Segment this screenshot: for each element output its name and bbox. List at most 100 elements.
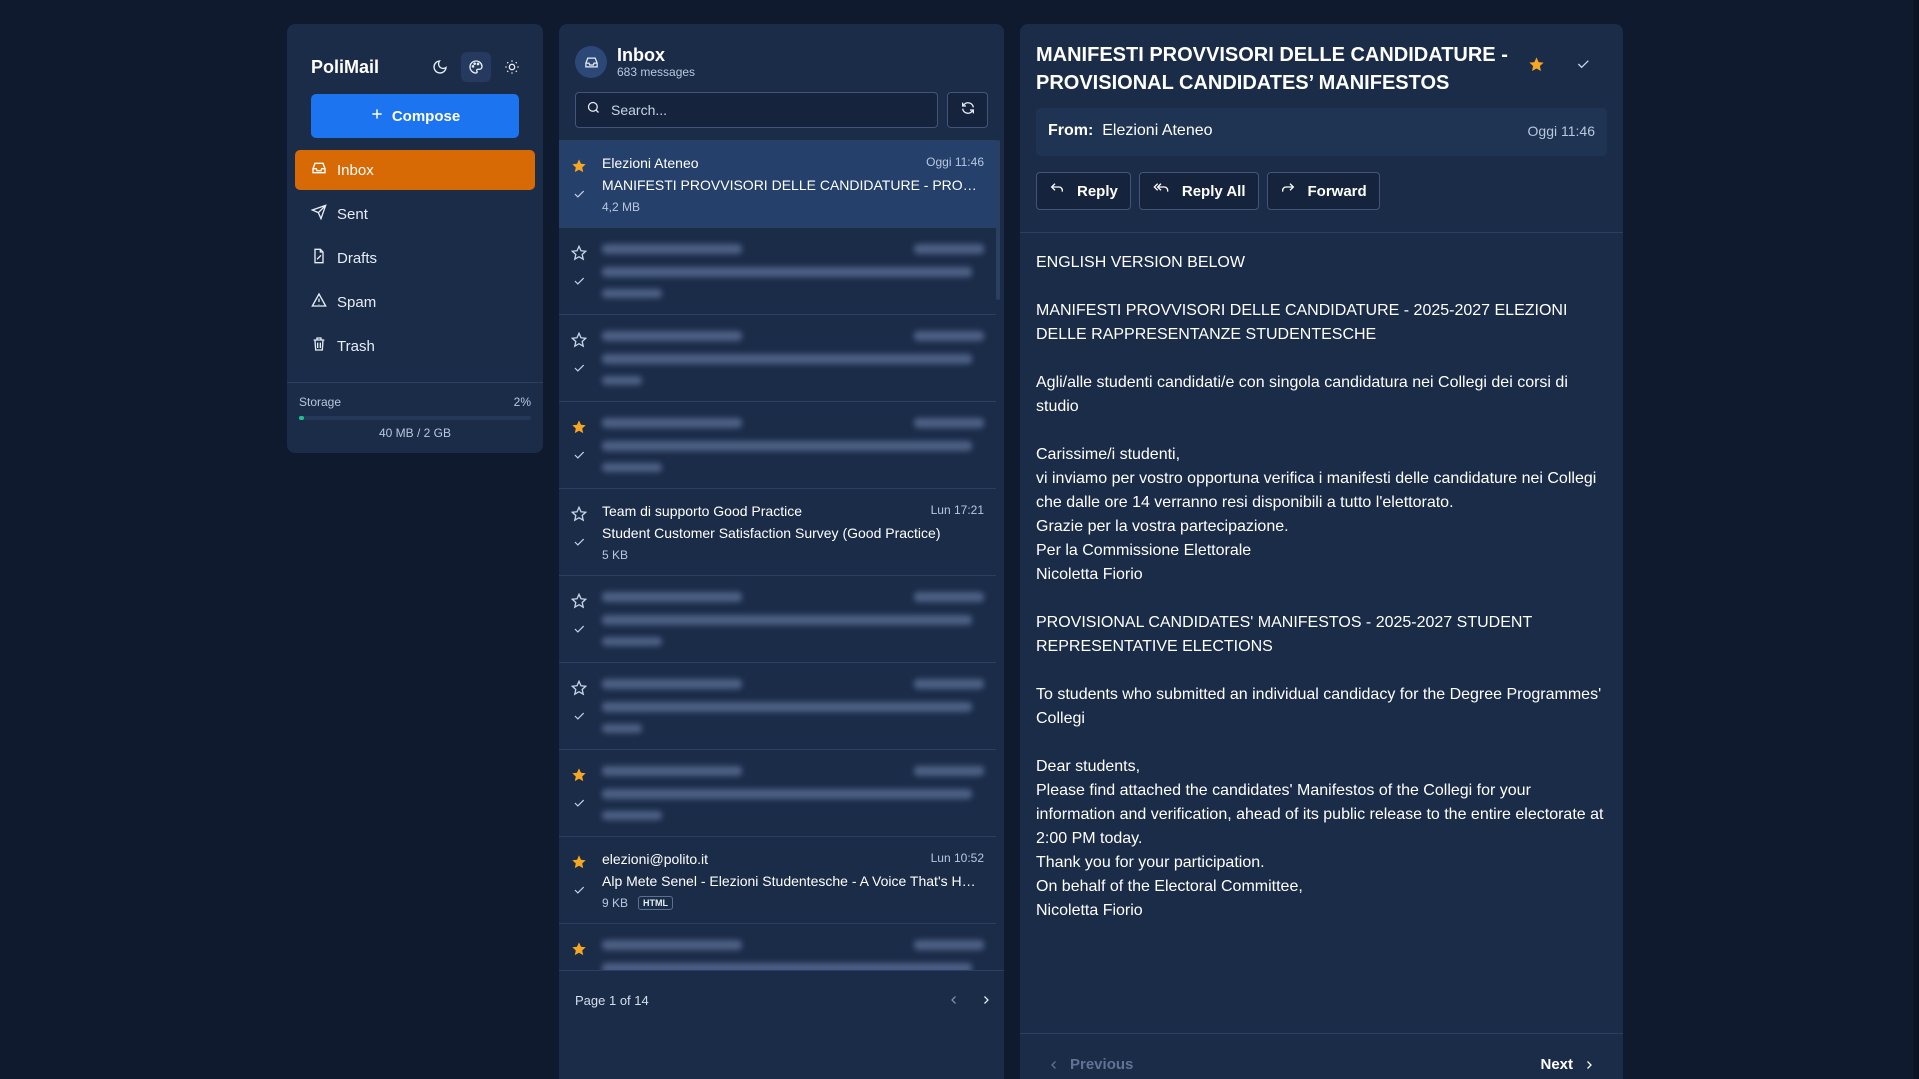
message-row[interactable]: elezioni@polito.it Lun 10:52 Alp Mete Sene…	[559, 837, 996, 924]
body-line: Agli/alle studenti candidati/e con singo…	[1036, 374, 1568, 415]
star-icon[interactable]	[571, 941, 587, 962]
message-row[interactable]	[559, 402, 996, 489]
redacted-size	[602, 376, 642, 385]
window-scrollbar[interactable]	[1913, 0, 1919, 1079]
redacted-sender	[602, 418, 742, 428]
list-scrollbar[interactable]	[996, 140, 1000, 300]
next-page-button[interactable]	[975, 989, 997, 1011]
reply-button[interactable]: Reply	[1036, 172, 1131, 210]
check-icon[interactable]	[572, 448, 586, 467]
check-icon[interactable]	[572, 187, 586, 206]
star-icon[interactable]	[570, 331, 588, 353]
redacted-subject	[602, 441, 972, 451]
star-icon[interactable]	[570, 244, 588, 266]
star-icon[interactable]	[571, 158, 587, 179]
message-meta: 9 KB HTML	[602, 896, 674, 910]
sidebar-item-spam[interactable]: Spam	[295, 282, 535, 322]
redacted-sender	[602, 244, 742, 254]
sidebar-item-sent[interactable]: Sent	[295, 194, 535, 234]
body-line: PROVISIONAL CANDIDATES' MANIFESTOS - 202…	[1036, 614, 1532, 655]
message-reader: MANIFESTI PROVVISORI DELLE CANDIDATURE -…	[1020, 24, 1623, 1079]
message-row[interactable]	[559, 576, 996, 663]
body-line: To students who submitted an individual …	[1036, 686, 1602, 727]
prev-page-button[interactable]	[943, 989, 965, 1011]
body-line: Per la Commissione Elettorale	[1036, 542, 1252, 559]
star-icon[interactable]	[571, 419, 587, 440]
compose-button[interactable]: Compose	[311, 94, 519, 138]
storage-bar	[299, 416, 531, 420]
redacted-sender	[602, 940, 742, 950]
next-message-button[interactable]: Next	[1540, 1056, 1595, 1073]
trash-icon	[311, 336, 327, 356]
body-paragraph: To students who submitted an individual …	[1036, 683, 1607, 731]
sidebar: PoliMail Compose Inbox Sent Drafts Spam …	[287, 24, 543, 453]
star-icon[interactable]	[571, 767, 587, 788]
list-header: Inbox 683 messages	[575, 40, 988, 84]
redacted-size	[602, 811, 662, 820]
sidebar-item-label: Drafts	[337, 249, 378, 267]
redacted-time	[914, 679, 984, 689]
message-row[interactable]	[559, 315, 996, 402]
storage-bar-fill	[299, 416, 304, 420]
message-actions: Reply Reply All Forward	[1036, 172, 1380, 210]
brand-row: PoliMail	[311, 52, 527, 82]
redacted-size	[602, 637, 662, 646]
message-size: 5 KB	[602, 548, 629, 562]
redacted-subject	[602, 267, 972, 277]
star-icon[interactable]	[570, 679, 588, 701]
check-icon[interactable]	[572, 535, 586, 554]
redacted-time	[914, 244, 984, 254]
search-input[interactable]	[611, 102, 921, 118]
body-line: On behalf of the Electoral Committee,	[1036, 878, 1303, 895]
reply-all-button[interactable]: Reply All	[1138, 172, 1259, 210]
redacted-sender	[602, 331, 742, 341]
body-paragraph: Carissime/i studenti, vi inviamo per vost…	[1036, 443, 1607, 587]
star-icon[interactable]	[1528, 56, 1545, 78]
warning-icon	[311, 292, 327, 312]
check-icon[interactable]	[572, 796, 586, 815]
sidebar-item-trash[interactable]: Trash	[295, 326, 535, 366]
redacted-subject	[602, 615, 972, 625]
redacted-time	[914, 940, 984, 950]
message-row[interactable]	[559, 228, 996, 315]
check-icon[interactable]	[572, 274, 586, 293]
star-icon[interactable]	[570, 592, 588, 614]
star-icon[interactable]	[570, 505, 588, 527]
check-icon[interactable]	[572, 883, 586, 902]
check-icon[interactable]	[572, 361, 586, 380]
divider	[1020, 1033, 1623, 1034]
reply-label: Reply	[1077, 182, 1118, 200]
refresh-button[interactable]	[947, 92, 988, 128]
message-row[interactable]	[559, 750, 996, 837]
message-sender: Elezioni Ateneo	[602, 155, 699, 171]
sidebar-item-drafts[interactable]: Drafts	[295, 238, 535, 278]
sidebar-item-inbox[interactable]: Inbox	[295, 150, 535, 190]
previous-label: Previous	[1070, 1056, 1134, 1073]
forward-button[interactable]: Forward	[1266, 172, 1380, 210]
star-icon[interactable]	[571, 854, 587, 875]
reply-all-label: Reply All	[1181, 182, 1246, 200]
message-row[interactable]	[559, 663, 996, 750]
message-subject: MANIFESTI PROVVISORI DELLE CANDIDATURE -…	[1036, 44, 1508, 94]
send-icon	[310, 204, 327, 224]
redacted-sender	[602, 592, 742, 602]
previous-message-button[interactable]: Previous	[1048, 1056, 1133, 1073]
search-box	[575, 92, 938, 128]
message-row[interactable]: Elezioni Ateneo Oggi 11:46 MANIFESTI PROVV…	[559, 141, 996, 228]
message-time: Oggi 11:46	[926, 155, 984, 169]
moon-icon[interactable]	[425, 52, 455, 82]
message-row[interactable]	[559, 924, 996, 970]
message-time: Lun 10:52	[930, 851, 984, 865]
check-icon[interactable]	[1575, 56, 1591, 77]
body-line: Dear students,	[1036, 758, 1141, 775]
redacted-time	[914, 592, 984, 602]
sun-icon[interactable]	[497, 52, 527, 82]
palette-icon[interactable]	[461, 52, 491, 82]
divider	[1020, 232, 1623, 233]
redacted-time	[914, 766, 984, 776]
check-icon[interactable]	[572, 709, 586, 728]
message-row[interactable]: Team di supporto Good Practice Lun 17:21 S…	[559, 489, 996, 576]
next-label: Next	[1540, 1056, 1573, 1073]
from-value: Elezioni Ateneo	[1102, 122, 1213, 139]
check-icon[interactable]	[572, 622, 586, 641]
